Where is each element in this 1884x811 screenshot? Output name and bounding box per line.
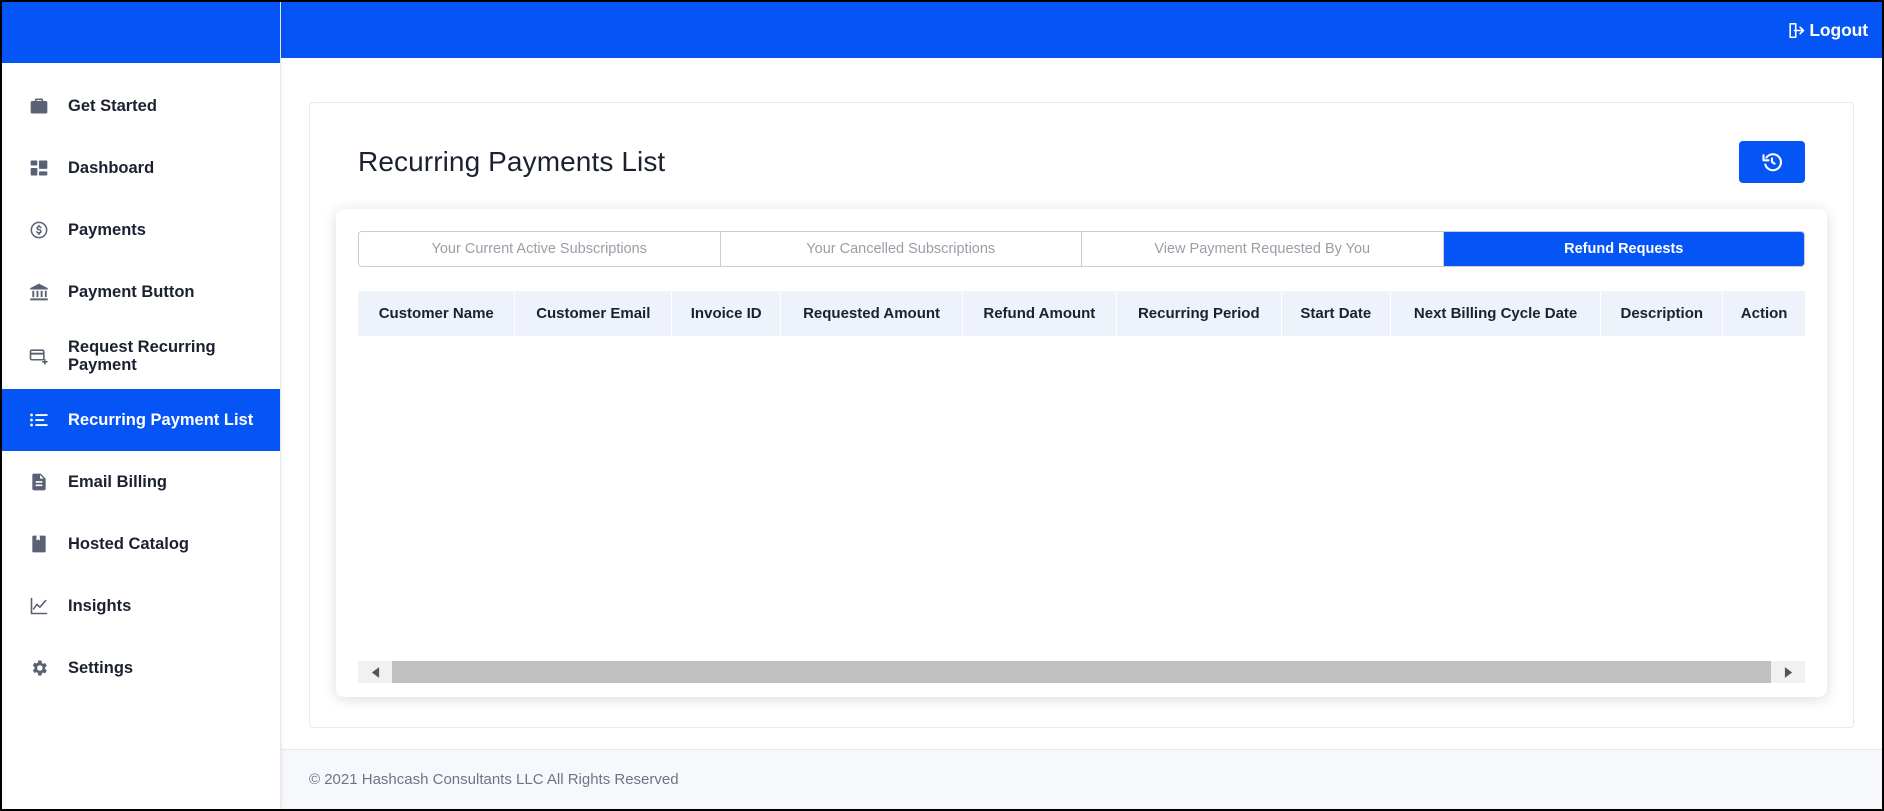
scrollbar-thumb[interactable] [392,661,1771,683]
app-root: Get Started Dashboard Payments Payment B… [0,0,1884,811]
tab-cancelled-subscriptions[interactable]: Your Cancelled Subscriptions [721,232,1083,266]
right-pane: Logout Recurring Payments List Your Curr… [281,2,1882,809]
tab-current-active-subscriptions[interactable]: Your Current Active Subscriptions [359,232,721,266]
sidebar-item-recurring-payment-list[interactable]: Recurring Payment List [2,389,280,451]
chart-line-icon [28,595,50,617]
document-icon [28,471,50,493]
card-header: Recurring Payments List [336,129,1827,195]
caret-left-icon[interactable] [358,661,392,683]
column-action[interactable]: Action [1723,291,1805,336]
book-icon [28,533,50,555]
sign-out-icon [1787,21,1806,40]
sidebar-item-label: Request Recurring Payment [68,338,216,375]
tab-view-payment-requested-by-you[interactable]: View Payment Requested By You [1082,232,1444,266]
column-next-billing-cycle-date[interactable]: Next Billing Cycle Date [1390,291,1600,336]
table-container: Customer Name Customer Email Invoice ID … [358,291,1805,661]
dollar-circle-icon [28,219,50,241]
sidebar-item-label: Get Started [68,97,157,115]
sidebar-item-label: Settings [68,659,133,677]
column-customer-name[interactable]: Customer Name [358,291,515,336]
footer: © 2021 Hashcash Consultants LLC All Righ… [281,749,1882,809]
dashboard-grid-icon [28,157,50,179]
scrollbar-track[interactable] [392,661,1771,683]
sidebar-item-hosted-catalog[interactable]: Hosted Catalog [2,513,280,575]
sidebar: Get Started Dashboard Payments Payment B… [2,2,281,809]
list-icon [28,409,50,431]
copyright-text: © 2021 Hashcash Consultants LLC All Righ… [309,771,679,788]
recurring-payments-card: Recurring Payments List Your Current Act… [309,102,1854,728]
bank-icon [28,281,50,303]
tab-refund-requests[interactable]: Refund Requests [1444,232,1805,266]
tab-bar: Your Current Active Subscriptions Your C… [358,231,1805,267]
logout-button[interactable]: Logout [1787,20,1868,41]
refresh-button[interactable] [1739,141,1805,183]
horizontal-scrollbar[interactable] [358,661,1805,683]
sidebar-item-settings[interactable]: Settings [2,637,280,699]
sidebar-item-label: Payment Button [68,283,195,301]
sidebar-item-payments[interactable]: Payments [2,199,280,261]
sidebar-item-label: Dashboard [68,159,154,177]
table-header-row: Customer Name Customer Email Invoice ID … [358,291,1805,336]
subscriptions-panel: Your Current Active Subscriptions Your C… [336,209,1827,697]
column-start-date[interactable]: Start Date [1281,291,1390,336]
sidebar-item-label: Hosted Catalog [68,535,189,553]
sidebar-brand-header [2,2,280,63]
sidebar-item-label: Recurring Payment List [68,411,253,429]
column-refund-amount[interactable]: Refund Amount [962,291,1116,336]
main-content: Recurring Payments List Your Current Act… [281,58,1882,749]
page-title: Recurring Payments List [358,146,665,178]
column-requested-amount[interactable]: Requested Amount [781,291,962,336]
refund-requests-table: Customer Name Customer Email Invoice ID … [358,291,1805,336]
gear-icon [28,657,50,679]
column-recurring-period[interactable]: Recurring Period [1116,291,1281,336]
table-empty-area [358,336,1805,661]
sidebar-item-insights[interactable]: Insights [2,575,280,637]
card-plus-icon [28,345,50,367]
caret-right-icon[interactable] [1771,661,1805,683]
sidebar-item-label: Email Billing [68,473,167,491]
briefcase-check-icon [28,95,50,117]
table-head: Customer Name Customer Email Invoice ID … [358,291,1805,336]
sidebar-item-label: Payments [68,221,146,239]
sidebar-item-request-recurring-payment[interactable]: Request Recurring Payment [2,323,280,389]
column-customer-email[interactable]: Customer Email [515,291,672,336]
sidebar-item-dashboard[interactable]: Dashboard [2,137,280,199]
sidebar-item-email-billing[interactable]: Email Billing [2,451,280,513]
sidebar-item-get-started[interactable]: Get Started [2,75,280,137]
column-description[interactable]: Description [1601,291,1723,336]
history-rotate-left-icon [1760,150,1784,174]
topbar: Logout [281,2,1882,58]
sidebar-item-label: Insights [68,597,131,615]
logout-label: Logout [1809,20,1868,41]
sidebar-item-payment-button[interactable]: Payment Button [2,261,280,323]
sidebar-nav: Get Started Dashboard Payments Payment B… [2,63,280,809]
column-invoice-id[interactable]: Invoice ID [672,291,781,336]
